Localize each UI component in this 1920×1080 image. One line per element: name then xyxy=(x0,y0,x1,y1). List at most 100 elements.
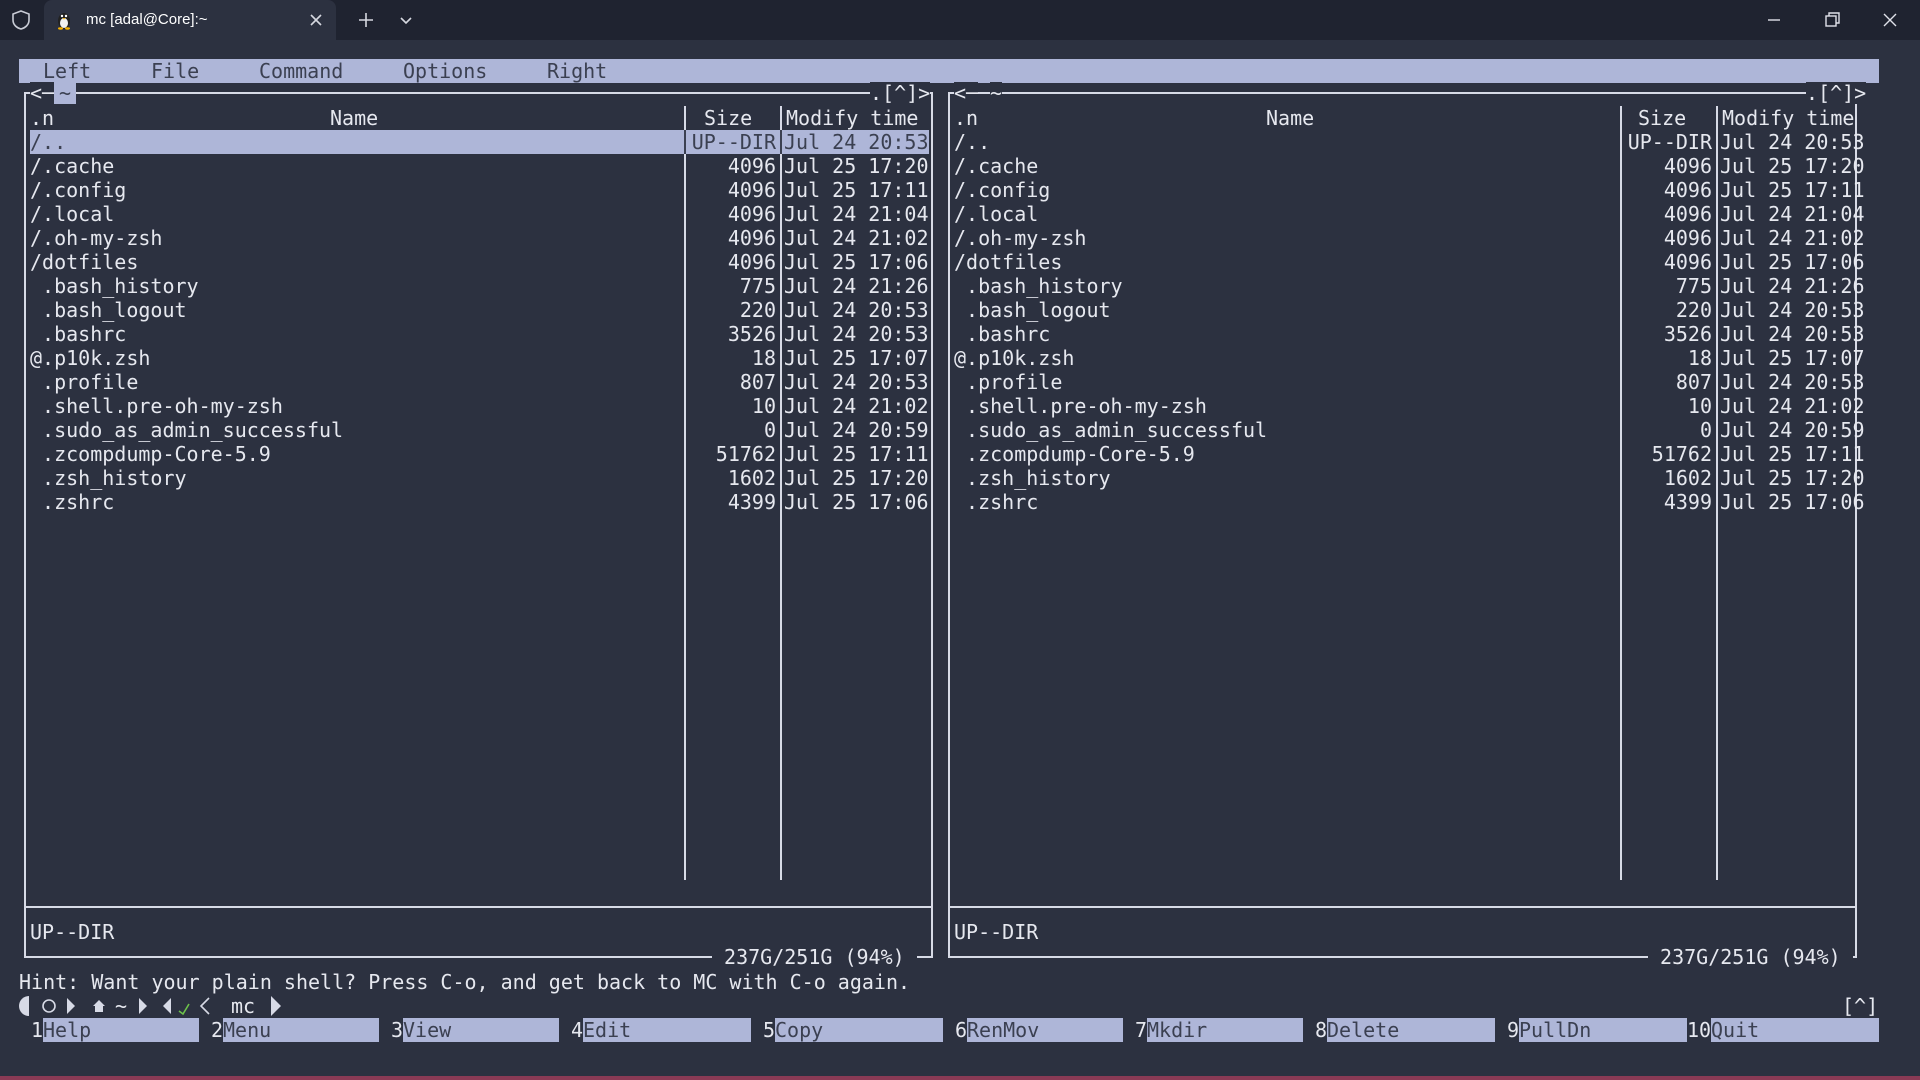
file-row[interactable]: /.cache 4096 Jul 25 17:20 xyxy=(30,154,929,178)
file-row[interactable]: .shell.pre-oh-my-zsh 10 Jul 24 21:02 xyxy=(30,394,929,418)
panel-right-corner[interactable]: .[^]> xyxy=(1806,82,1867,104)
column-name[interactable]: Name xyxy=(330,106,378,130)
file-row[interactable]: .zcompdump-Core-5.9 51762 Jul 25 17:11 xyxy=(954,442,1865,466)
file-row[interactable]: /.local 4096 Jul 24 21:04 xyxy=(30,202,929,226)
file-name: .bashrc xyxy=(30,322,127,346)
file-size: 4096 xyxy=(1663,178,1712,202)
sort-indicator[interactable]: .n xyxy=(954,106,978,130)
fkey-label: Help xyxy=(43,1018,199,1042)
file-row[interactable]: /dotfiles 4096 Jul 25 17:06 xyxy=(954,250,1865,274)
fkey-pulldn[interactable]: 9 PullDn xyxy=(1507,1018,1687,1042)
file-row[interactable]: .zcompdump-Core-5.9 51762 Jul 25 17:11 xyxy=(30,442,929,466)
new-tab-icon[interactable] xyxy=(356,10,376,30)
restore-icon[interactable] xyxy=(1822,10,1842,30)
file-row[interactable]: /dotfiles 4096 Jul 25 17:06 xyxy=(30,250,929,274)
file-row[interactable]: .shell.pre-oh-my-zsh 10 Jul 24 21:02 xyxy=(954,394,1865,418)
fkey-number: 5 xyxy=(763,1018,776,1042)
panel-path[interactable]: ~ xyxy=(990,82,1003,104)
fkey-help[interactable]: 1 Help xyxy=(31,1018,199,1042)
fkey-view[interactable]: 3 View xyxy=(391,1018,559,1042)
panel-right-corner[interactable]: .[^]> xyxy=(870,82,931,104)
menu-file[interactable]: File xyxy=(151,59,199,83)
shell-prompt[interactable]: ~ mc xyxy=(19,994,319,1018)
file-row[interactable]: .zshrc 4399 Jul 25 17:06 xyxy=(30,490,929,514)
file-row[interactable]: /.. UP--DIR Jul 24 20:53 xyxy=(30,130,929,154)
column-name[interactable]: Name xyxy=(1266,106,1314,130)
file-row[interactable]: .profile 807 Jul 24 20:53 xyxy=(30,370,929,394)
status-divider xyxy=(24,906,933,908)
menu-left[interactable]: Left xyxy=(43,59,91,83)
column-divider xyxy=(1620,370,1622,394)
file-size: 0 xyxy=(1699,418,1712,442)
menu-right[interactable]: Right xyxy=(547,59,607,83)
file-size: 4096 xyxy=(727,154,776,178)
fkey-renmov[interactable]: 6 RenMov xyxy=(955,1018,1123,1042)
right-panel[interactable]: <─ ~ .[^]> .n Name Size Modify time /.. U… xyxy=(948,82,1867,968)
fkey-copy[interactable]: 5 Copy xyxy=(763,1018,943,1042)
fkey-delete[interactable]: 8 Delete xyxy=(1315,1018,1495,1042)
column-divider xyxy=(1620,250,1622,274)
file-row[interactable]: .zsh_history 1602 Jul 25 17:20 xyxy=(30,466,929,490)
close-window-icon[interactable] xyxy=(1880,10,1900,30)
file-row[interactable]: .zsh_history 1602 Jul 25 17:20 xyxy=(954,466,1865,490)
panel-left-corner[interactable]: <─ xyxy=(30,82,55,104)
linux-penguin-icon xyxy=(58,13,70,30)
file-row[interactable]: /.. UP--DIR Jul 24 20:53 xyxy=(954,130,1865,154)
sort-indicator[interactable]: .n xyxy=(30,106,54,130)
chevron-down-icon[interactable] xyxy=(398,12,414,28)
file-row[interactable]: .bashrc 3526 Jul 24 20:53 xyxy=(954,322,1865,346)
file-row[interactable]: /.oh-my-zsh 4096 Jul 24 21:02 xyxy=(954,226,1865,250)
column-size[interactable]: Size xyxy=(1638,106,1686,130)
fkey-number: 1 xyxy=(31,1018,44,1042)
file-row[interactable]: /.config 4096 Jul 25 17:11 xyxy=(954,178,1865,202)
fkey-number: 3 xyxy=(391,1018,404,1042)
fkey-menu[interactable]: 2 Menu xyxy=(211,1018,379,1042)
file-modify-time: Jul 24 20:59 xyxy=(784,418,929,442)
hint-line: Hint: Want your plain shell? Press C-o, … xyxy=(19,970,911,994)
file-modify-time: Jul 24 20:53 xyxy=(1720,370,1865,394)
file-size: UP--DIR xyxy=(1627,130,1712,154)
window-titlebar: mc [adal@Core]:~ xyxy=(0,0,1920,40)
function-key-bar: 1 Help 2 Menu 3 View 4 Edit 5 Copy 6 Ren… xyxy=(19,1018,1879,1042)
file-modify-time: Jul 25 17:07 xyxy=(1720,346,1865,370)
file-name: .profile xyxy=(954,370,1063,394)
column-divider xyxy=(684,466,686,490)
close-tab-icon[interactable] xyxy=(306,10,326,30)
column-size[interactable]: Size xyxy=(704,106,752,130)
file-row[interactable]: .profile 807 Jul 24 20:53 xyxy=(954,370,1865,394)
column-modify-time[interactable]: Modify time xyxy=(1722,106,1854,130)
file-row[interactable]: .bash_logout 220 Jul 24 20:53 xyxy=(30,298,929,322)
file-row[interactable]: @.p10k.zsh 18 Jul 25 17:07 xyxy=(30,346,929,370)
column-divider xyxy=(780,442,782,466)
command-history-up[interactable]: [^] xyxy=(1842,994,1878,1018)
file-row[interactable]: .sudo_as_admin_successful 0 Jul 24 20:59 xyxy=(954,418,1865,442)
minimize-icon[interactable] xyxy=(1764,10,1784,30)
file-modify-time: Jul 25 17:11 xyxy=(784,442,929,466)
fkey-mkdir[interactable]: 7 Mkdir xyxy=(1135,1018,1303,1042)
shield-icon[interactable] xyxy=(10,9,32,31)
menu-command[interactable]: Command xyxy=(259,59,343,83)
file-modify-time: Jul 24 21:04 xyxy=(784,202,929,226)
file-name: @.p10k.zsh xyxy=(954,346,1075,370)
file-row[interactable]: /.oh-my-zsh 4096 Jul 24 21:02 xyxy=(30,226,929,250)
column-divider xyxy=(780,418,782,442)
file-row[interactable]: .bash_history 775 Jul 24 21:26 xyxy=(30,274,929,298)
file-row[interactable]: /.cache 4096 Jul 25 17:20 xyxy=(954,154,1865,178)
file-row[interactable]: .bashrc 3526 Jul 24 20:53 xyxy=(30,322,929,346)
fkey-quit[interactable]: 10 Quit xyxy=(1687,1018,1879,1042)
menu-options[interactable]: Options xyxy=(403,59,487,83)
file-row[interactable]: .bash_logout 220 Jul 24 20:53 xyxy=(954,298,1865,322)
column-modify-time[interactable]: Modify time xyxy=(786,106,918,130)
left-panel[interactable]: <─ ~ .[^]> .n Name Size Modify time /.. U… xyxy=(24,82,937,968)
file-size: 18 xyxy=(751,346,776,370)
file-row[interactable]: .sudo_as_admin_successful 0 Jul 24 20:59 xyxy=(30,418,929,442)
panel-path[interactable]: ~ xyxy=(54,82,77,104)
file-row[interactable]: .bash_history 775 Jul 24 21:26 xyxy=(954,274,1865,298)
file-row[interactable]: @.p10k.zsh 18 Jul 25 17:07 xyxy=(954,346,1865,370)
panel-left-corner[interactable]: <─ xyxy=(954,82,979,104)
terminal-tab[interactable]: mc [adal@Core]:~ xyxy=(44,0,336,40)
file-row[interactable]: .zshrc 4399 Jul 25 17:06 xyxy=(954,490,1865,514)
file-row[interactable]: /.config 4096 Jul 25 17:11 xyxy=(30,178,929,202)
file-row[interactable]: /.local 4096 Jul 24 21:04 xyxy=(954,202,1865,226)
fkey-edit[interactable]: 4 Edit xyxy=(571,1018,751,1042)
